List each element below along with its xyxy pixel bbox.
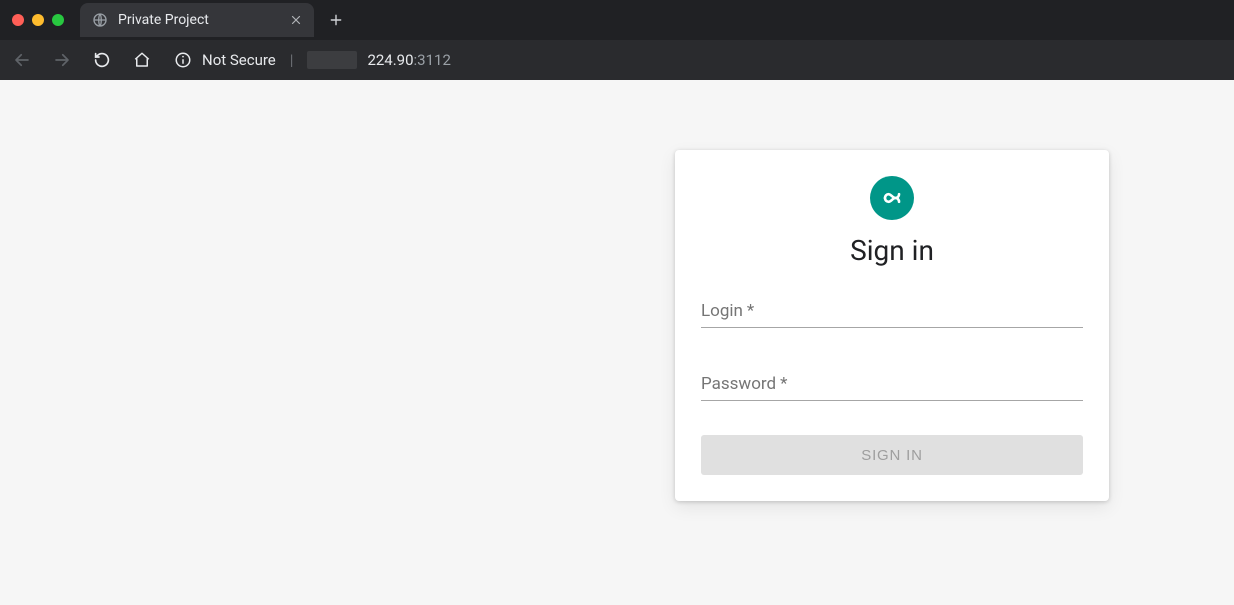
app-logo — [870, 176, 914, 220]
url-host: 224.90 — [367, 51, 413, 69]
password-field: Password* — [701, 374, 1083, 401]
nav-back-button[interactable] — [8, 46, 36, 74]
home-button[interactable] — [128, 46, 156, 74]
globe-icon — [92, 12, 108, 28]
reload-button[interactable] — [88, 46, 116, 74]
window-minimize-dot[interactable] — [32, 14, 44, 26]
window-zoom-dot[interactable] — [52, 14, 64, 26]
nav-forward-button[interactable] — [48, 46, 76, 74]
window-close-dot[interactable] — [12, 14, 24, 26]
page-viewport: Sign in Login* Password* SIGN IN — [0, 80, 1234, 605]
info-icon — [174, 51, 192, 69]
url-port: :3112 — [414, 51, 451, 69]
url-redacted-segment — [307, 51, 357, 69]
signin-button[interactable]: SIGN IN — [701, 435, 1083, 475]
login-input[interactable] — [701, 301, 1083, 328]
url-divider: | — [286, 51, 298, 69]
address-bar[interactable]: Not Secure | 224.90:3112 — [168, 51, 457, 69]
browser-toolbar: Not Secure | 224.90:3112 — [0, 40, 1234, 80]
infinity-icon — [879, 185, 905, 211]
tab-title: Private Project — [118, 12, 280, 28]
security-label: Not Secure — [202, 51, 276, 69]
tab-strip: Private Project — [0, 0, 1234, 40]
browser-tab-active[interactable]: Private Project — [80, 3, 314, 37]
signin-heading: Sign in — [701, 234, 1083, 267]
window-controls — [8, 14, 72, 26]
new-tab-button[interactable] — [322, 6, 350, 34]
password-input[interactable] — [701, 374, 1083, 401]
browser-chrome: Private Project — [0, 0, 1234, 80]
login-field: Login* — [701, 301, 1083, 328]
signin-card: Sign in Login* Password* SIGN IN — [675, 150, 1109, 501]
tab-close-icon[interactable] — [290, 14, 302, 26]
